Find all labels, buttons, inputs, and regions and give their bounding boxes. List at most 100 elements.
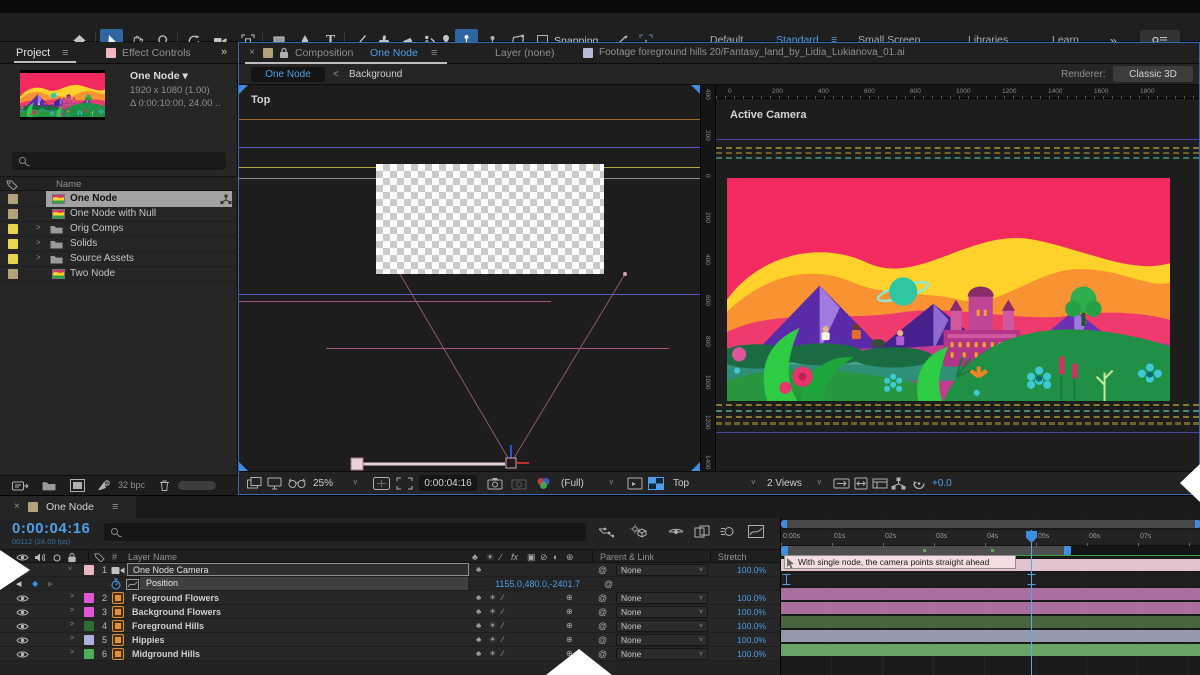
- label-chip[interactable]: [84, 607, 94, 617]
- label-chip[interactable]: [8, 239, 18, 249]
- trash-icon[interactable]: [158, 479, 171, 492]
- tab-composition-name[interactable]: One Node: [370, 47, 418, 59]
- project-row-orig-comps[interactable]: > Orig Comps: [0, 222, 238, 237]
- layer-row-camera[interactable]: ˅ 1 One Node Camera ♣ @ None ˅ 100.0%: [0, 563, 780, 577]
- comp-panel-menu-icon[interactable]: ≡: [431, 47, 437, 59]
- layer-row-foreground-flowers[interactable]: > 2 Foreground Flowers ♣ ☀ ∕ ⊕ @ None ˅ …: [0, 591, 780, 605]
- reset-exposure-icon[interactable]: [912, 477, 926, 490]
- switch-icon[interactable]: ⊕: [566, 607, 573, 616]
- stopwatch-icon[interactable]: [110, 578, 122, 590]
- position-value[interactable]: 1155.0,480.0,-2401.7: [440, 579, 580, 589]
- breadcrumb-parent[interactable]: Background: [349, 69, 402, 80]
- label-chip[interactable]: [8, 224, 18, 234]
- stretch-value[interactable]: 100.0%: [714, 565, 766, 575]
- label-chip[interactable]: [8, 194, 18, 204]
- project-row-one-node-with-null[interactable]: One Node with Null: [0, 207, 238, 222]
- shy-layers-icon[interactable]: [668, 526, 684, 538]
- work-area-start-handle[interactable]: [781, 546, 788, 555]
- share-view-icon[interactable]: [833, 478, 850, 489]
- expand-arrow-icon[interactable]: >: [70, 607, 74, 614]
- project-settings-icon[interactable]: [96, 479, 110, 492]
- motion-blur-icon[interactable]: [720, 525, 735, 538]
- property-name-field[interactable]: Position: [140, 577, 468, 590]
- scrollbar-thumb[interactable]: [178, 481, 216, 490]
- timeline-search-input[interactable]: [104, 523, 586, 541]
- timeline-tab-active[interactable]: × One Node ≡: [0, 496, 136, 518]
- switch-icon[interactable]: ♣: [476, 621, 481, 630]
- close-tab-icon[interactable]: ×: [14, 501, 20, 512]
- stereo-glasses-icon[interactable]: [288, 478, 306, 489]
- pickwhip-icon[interactable]: @: [598, 635, 607, 645]
- label-chip[interactable]: [84, 649, 94, 659]
- resolution-caret-icon[interactable]: ˅: [609, 478, 614, 487]
- project-panel-menu-icon[interactable]: ≡: [62, 47, 68, 59]
- project-search-input[interactable]: [12, 152, 226, 170]
- project-preview-thumbnail[interactable]: [20, 70, 105, 120]
- pickwhip-icon[interactable]: @: [604, 579, 613, 589]
- timeline-navigator-bar[interactable]: [784, 520, 1200, 528]
- tab-effect-controls[interactable]: Effect Controls: [122, 47, 191, 59]
- switch-icon[interactable]: ∕: [502, 607, 503, 616]
- label-chip[interactable]: [84, 635, 94, 645]
- pickwhip-icon[interactable]: @: [598, 565, 607, 575]
- previous-keyframe-icon[interactable]: ◀: [16, 580, 21, 588]
- timeline-button-icon[interactable]: [872, 477, 888, 490]
- layer-bar-background-flowers[interactable]: [781, 602, 1200, 614]
- eye-icon[interactable]: [16, 622, 29, 631]
- layer-row-foreground-hills[interactable]: > 4 Foreground Hills ♣ ☀ ∕ ⊕ @ None ˅ 10…: [0, 619, 780, 633]
- switch-icon[interactable]: ☀: [489, 621, 496, 630]
- stretch-value[interactable]: 100.0%: [714, 621, 766, 631]
- switch-icon[interactable]: ☀: [489, 593, 496, 602]
- tab-footage[interactable]: Footage foreground hills 20/Fantasy_land…: [599, 47, 905, 58]
- layer-row-background-flowers[interactable]: > 3 Background Flowers ♣ ☀ ∕ ⊕ @ None ˅ …: [0, 605, 780, 619]
- graph-icon[interactable]: [126, 579, 139, 590]
- region-of-interest-icon[interactable]: [396, 477, 413, 490]
- eye-icon[interactable]: [16, 636, 29, 645]
- pixel-aspect-icon[interactable]: [853, 477, 869, 490]
- next-keyframe-icon[interactable]: ▶: [48, 580, 53, 588]
- switch-icon[interactable]: ⊕: [566, 621, 573, 630]
- layer-bar-foreground-hills[interactable]: [781, 616, 1200, 628]
- tab-layer[interactable]: Layer (none): [495, 47, 555, 59]
- navigator-start-handle[interactable]: [781, 520, 787, 528]
- monitor-icon[interactable]: [267, 477, 282, 490]
- switch-icon[interactable]: ∕: [502, 649, 503, 658]
- show-snapshot-icon[interactable]: [511, 477, 527, 490]
- stretch-value[interactable]: 100.0%: [714, 593, 766, 603]
- transparency-grid-icon[interactable]: [648, 477, 664, 490]
- draft-3d-icon[interactable]: [630, 524, 647, 539]
- frame-blending-icon[interactable]: [694, 525, 710, 538]
- view-active-camera[interactable]: Active Camera: [716, 99, 1199, 471]
- pickwhip-icon[interactable]: @: [598, 649, 607, 659]
- label-chip[interactable]: [8, 254, 18, 264]
- project-row-solids[interactable]: > Solids: [0, 237, 238, 252]
- tab-composition-label[interactable]: Composition: [295, 47, 353, 59]
- fast-previews-icon[interactable]: [627, 477, 643, 490]
- expand-arrow-icon[interactable]: >: [70, 621, 74, 628]
- view-menu-caret-icon[interactable]: ˅: [751, 478, 756, 487]
- layer-bar-hippies[interactable]: [781, 630, 1200, 642]
- new-folder-icon[interactable]: [42, 480, 56, 491]
- parent-dropdown[interactable]: None ˅: [616, 620, 708, 632]
- parent-dropdown[interactable]: None ˅: [616, 564, 708, 576]
- current-timecode[interactable]: 0:00:04:16: [12, 520, 90, 537]
- switch-icon[interactable]: ♣: [476, 607, 481, 616]
- view-menu-value[interactable]: Top: [673, 478, 689, 489]
- switch-icon[interactable]: ☀: [489, 635, 496, 644]
- parent-dropdown[interactable]: None ˅: [616, 606, 708, 618]
- switch-icon[interactable]: ∕: [502, 593, 503, 602]
- expand-arrow-icon[interactable]: >: [36, 223, 41, 232]
- layer-name-field[interactable]: One Node Camera: [127, 563, 469, 576]
- bpc-indicator[interactable]: 32 bpc: [118, 480, 145, 490]
- parent-dropdown[interactable]: None ˅: [616, 592, 708, 604]
- snapshot-icon[interactable]: [487, 477, 503, 490]
- project-tabs-overflow-icon[interactable]: »: [221, 46, 227, 58]
- navigator-end-handle[interactable]: [1195, 520, 1200, 528]
- interpret-footage-icon[interactable]: [12, 480, 29, 492]
- switch-icon[interactable]: ♣: [476, 593, 481, 602]
- switch-icon[interactable]: ♣: [476, 649, 481, 658]
- lock-icon[interactable]: [279, 47, 289, 59]
- playhead-line[interactable]: [1031, 530, 1032, 675]
- composition-mini-flowchart-icon[interactable]: [598, 526, 614, 539]
- time-ruler[interactable]: 0:00s 01s 02s 03s 04s 05s 06s 07s: [781, 530, 1200, 546]
